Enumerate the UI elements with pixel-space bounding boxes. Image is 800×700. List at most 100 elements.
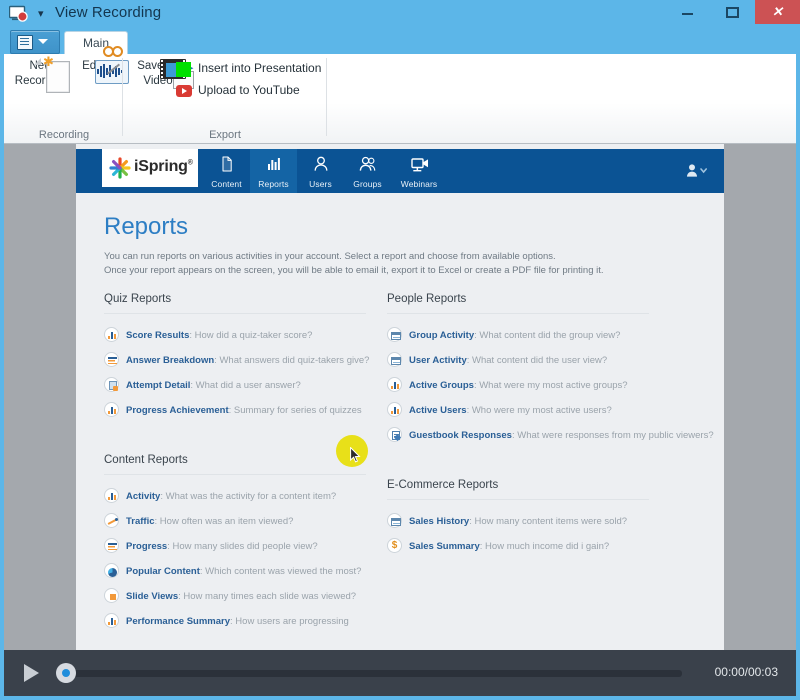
- maximize-button[interactable]: [710, 0, 755, 24]
- section-quiz-reports: Quiz Reports Score Results: How did a qui…: [104, 293, 370, 423]
- edit-button[interactable]: Edit: [68, 46, 129, 84]
- section-title: Quiz Reports: [104, 293, 172, 305]
- section-title: People Reports: [387, 293, 467, 305]
- nav-item-users-label: Users: [309, 179, 332, 189]
- report-link-group-activity[interactable]: Group Activity: What content did the gro…: [387, 323, 649, 348]
- document-icon: [218, 156, 236, 172]
- report-link-text: Sales History: How many content items we…: [409, 516, 628, 527]
- report-link-slide-views[interactable]: Slide Views: How many times each slide w…: [104, 584, 366, 609]
- close-icon: ✕: [772, 4, 783, 19]
- quick-access-caret-icon[interactable]: ▾: [38, 7, 44, 21]
- ribbon-area: Main ✱ New Recording Edit Recording Save…: [4, 28, 796, 144]
- nav-item-webinars-label: Webinars: [400, 179, 438, 189]
- report-link-active-users[interactable]: Active Users: Who were my most active us…: [387, 398, 649, 423]
- report-link-guestbook-responses[interactable]: Guestbook Responses: What were responses…: [387, 423, 714, 448]
- report-link-user-activity[interactable]: User Activity: What content did the user…: [387, 348, 649, 373]
- report-link-progress-achievement[interactable]: Progress Achievement: Summary for series…: [104, 398, 366, 423]
- report-link-score-results[interactable]: Score Results: How did a quiz-taker scor…: [104, 323, 366, 348]
- ribbon-group-divider: [122, 58, 123, 136]
- window-report-icon: [387, 513, 402, 528]
- ribbon: ✱ New Recording Edit Recording Save as V…: [4, 46, 796, 144]
- nav-item-users[interactable]: Users: [297, 149, 344, 193]
- pie-chart-report-icon: [104, 563, 119, 578]
- chevron-down-icon: [38, 39, 48, 44]
- page-intro-line1: You can run reports on various activitie…: [104, 251, 556, 262]
- report-link-text: Sales Summary: How much income did i gai…: [409, 541, 610, 552]
- list-report-icon: [104, 538, 119, 553]
- ribbon-group-recording: ✱ New Recording Edit Recording: [10, 46, 129, 143]
- report-link-answer-breakdown[interactable]: Answer Breakdown: What answers did quiz-…: [104, 348, 370, 373]
- nav-item-content-label: Content: [211, 179, 242, 189]
- bar-chart-report-icon: [104, 613, 119, 628]
- nav-item-groups[interactable]: Groups: [344, 149, 391, 193]
- user-account-menu[interactable]: [684, 162, 710, 180]
- page-title: Reports: [104, 213, 189, 240]
- section-title: Content Reports: [104, 454, 188, 466]
- nav-item-content[interactable]: Content: [203, 149, 250, 193]
- group-icon: [359, 156, 377, 172]
- report-link-text: Popular Content: Which content was viewe…: [126, 566, 362, 577]
- report-link-text: Slide Views: How many times each slide w…: [126, 591, 357, 602]
- ispring-burst-icon: [109, 157, 131, 179]
- report-link-text: Attempt Detail: What did a user answer?: [126, 380, 301, 391]
- section-divider: [104, 313, 366, 314]
- ispring-wordmark: iSpring®: [134, 158, 193, 175]
- minimize-button[interactable]: [665, 0, 710, 24]
- nav-item-reports-label: Reports: [258, 179, 289, 189]
- play-button[interactable]: [24, 664, 39, 682]
- section-divider: [387, 313, 649, 314]
- nav-item-reports[interactable]: Reports: [250, 149, 297, 193]
- nav-item-webinars[interactable]: Webinars: [391, 149, 447, 193]
- window-report-icon: [387, 327, 402, 342]
- report-link-text: Performance Summary: How users are progr…: [126, 616, 349, 627]
- section-divider: [104, 474, 366, 475]
- report-link-text: Group Activity: What content did the gro…: [409, 330, 621, 341]
- player-bar: 00:00/00:03: [4, 650, 796, 696]
- ribbon-group-recording-label: Recording: [38, 129, 90, 141]
- report-link-active-groups[interactable]: Active Groups: What were my most active …: [387, 373, 649, 398]
- report-link-activity[interactable]: Activity: What was the activity for a co…: [104, 484, 366, 509]
- green-square-icon: [176, 62, 191, 77]
- note-report-icon: [387, 427, 402, 442]
- screen-record-icon: [8, 5, 28, 23]
- seek-track[interactable]: [62, 670, 682, 677]
- report-link-text: Progress Achievement: Summary for series…: [126, 405, 362, 416]
- report-link-sales-summary[interactable]: $ Sales Summary: How much income did i ga…: [387, 534, 649, 559]
- report-link-traffic[interactable]: Traffic: How often was an item viewed?: [104, 509, 366, 534]
- file-menu-button[interactable]: [10, 30, 60, 54]
- webcam-icon: [410, 156, 428, 172]
- user-icon: [312, 156, 330, 172]
- bar-chart-report-icon: [387, 402, 402, 417]
- recording-viewport: iSpring® Content Reports Users Groups We…: [4, 144, 796, 650]
- section-people-reports: People Reports Group Activity: What conte…: [387, 293, 714, 448]
- report-link-sales-history[interactable]: Sales History: How many content items we…: [387, 509, 649, 534]
- ribbon-group-export-label: Export: [209, 129, 241, 141]
- bar-chart-report-icon: [387, 377, 402, 392]
- report-link-text: Answer Breakdown: What answers did quiz-…: [126, 355, 370, 366]
- report-link-text: Score Results: How did a quiz-taker scor…: [126, 330, 313, 341]
- maximize-icon: [726, 7, 739, 18]
- ribbon-group-divider-2: [326, 58, 327, 136]
- recorded-web-page: iSpring® Content Reports Users Groups We…: [76, 144, 724, 650]
- page-intro-line2: Once your report appears on the screen, …: [104, 264, 604, 276]
- bar-chart-report-icon: [104, 327, 119, 342]
- section-divider: [387, 499, 649, 500]
- report-link-attempt-detail[interactable]: Attempt Detail: What did a user answer?: [104, 373, 366, 398]
- dollar-report-icon: $: [387, 538, 402, 553]
- page-intro: You can run reports on various activitie…: [104, 250, 664, 277]
- ispring-logo[interactable]: iSpring®: [102, 149, 198, 187]
- report-link-popular-content[interactable]: Popular Content: Which content was viewe…: [104, 559, 366, 584]
- title-bar: ▾ View Recording ✕: [0, 0, 800, 28]
- site-nav-bar: iSpring® Content Reports Users Groups We…: [76, 149, 724, 193]
- new-recording-button[interactable]: ✱ New Recording: [14, 55, 70, 93]
- report-link-text: Activity: What was the activity for a co…: [126, 491, 337, 502]
- report-link-progress[interactable]: Progress: How many slides did people vie…: [104, 534, 366, 559]
- window-title: View Recording: [55, 4, 162, 21]
- page-body: Reports You can run reports on various a…: [76, 193, 724, 650]
- bar-chart-icon: [265, 156, 283, 172]
- report-link-performance-summary[interactable]: Performance Summary: How users are progr…: [104, 609, 366, 634]
- mouse-cursor-icon: [350, 446, 361, 463]
- section-ecommerce-reports: E-Commerce Reports Sales History: How man…: [387, 479, 649, 559]
- seek-thumb[interactable]: [56, 663, 76, 683]
- close-button[interactable]: ✕: [755, 0, 800, 24]
